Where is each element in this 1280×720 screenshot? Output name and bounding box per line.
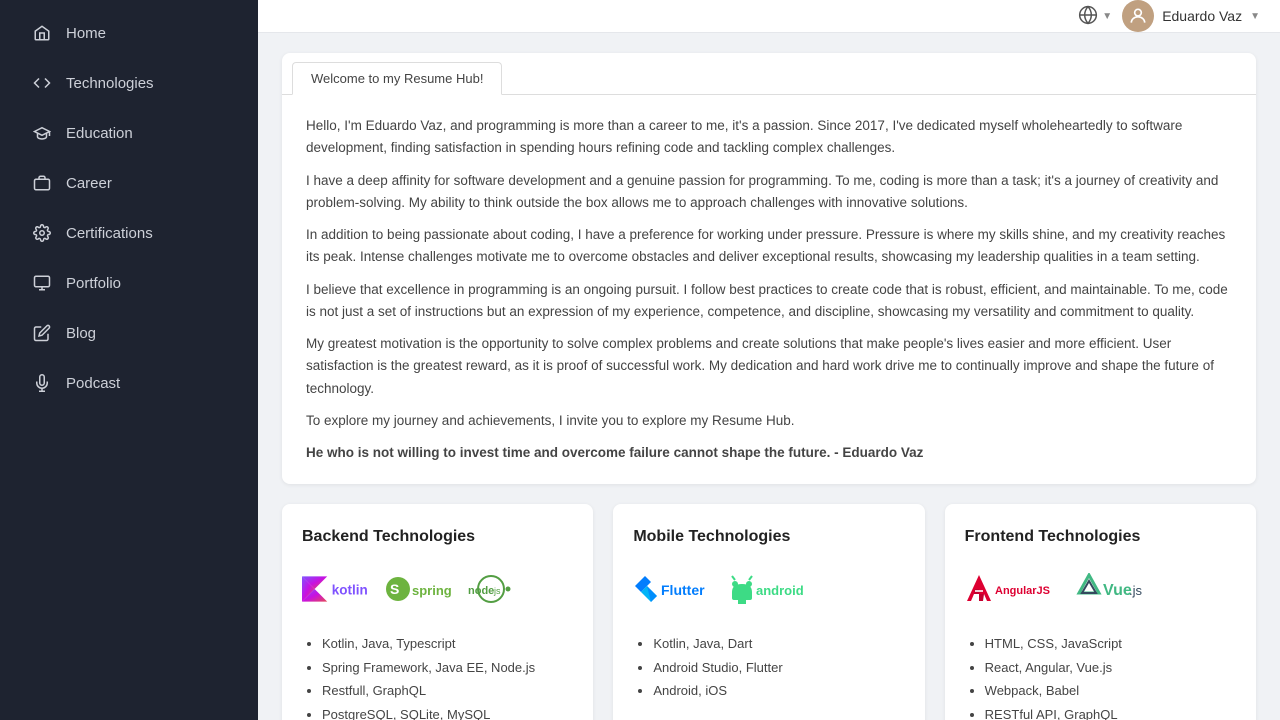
kotlin-logo: kotlin xyxy=(302,575,374,603)
angular-logo: AngularJS xyxy=(965,573,1065,605)
welcome-quote: He who is not willing to invest time and… xyxy=(306,442,1232,464)
svg-text:Flutter: Flutter xyxy=(661,582,705,598)
sidebar-item-portfolio-label: Portfolio xyxy=(66,275,121,292)
user-menu[interactable]: Eduardo Vaz ▼ xyxy=(1122,0,1260,32)
lang-chevron-icon: ▼ xyxy=(1102,11,1112,22)
avatar xyxy=(1122,0,1154,32)
mobile-list-item-1: Kotlin, Java, Dart xyxy=(653,632,904,655)
sidebar-item-podcast-label: Podcast xyxy=(66,375,120,392)
frontend-logos: AngularJS Vue .js xyxy=(965,564,1236,614)
backend-tech-card: Backend Technologies xyxy=(282,504,593,720)
sidebar-item-home[interactable]: Home xyxy=(8,9,250,57)
flutter-logo: Flutter xyxy=(633,574,718,604)
backend-logos: kotlin S spring node js xyxy=(302,564,573,614)
technologies-icon xyxy=(32,73,52,93)
backend-list-item-2: Spring Framework, Java EE, Node.js xyxy=(322,656,573,679)
frontend-title: Frontend Technologies xyxy=(965,528,1236,546)
tech-cards-row: Backend Technologies xyxy=(282,504,1256,720)
android-logo: android xyxy=(728,574,818,604)
svg-text:android: android xyxy=(756,583,804,598)
mobile-list: Kotlin, Java, Dart Android Studio, Flutt… xyxy=(633,632,904,702)
mobile-title: Mobile Technologies xyxy=(633,528,904,546)
blog-icon xyxy=(32,323,52,343)
sidebar-item-technologies[interactable]: Technologies xyxy=(8,59,250,107)
svg-text:AngularJS: AngularJS xyxy=(995,585,1050,597)
svg-text:S: S xyxy=(390,581,399,597)
nodejs-logo: node js xyxy=(464,575,519,603)
certifications-icon xyxy=(32,223,52,243)
home-icon xyxy=(32,23,52,43)
welcome-para-2: I have a deep affinity for software deve… xyxy=(306,170,1232,215)
frontend-list-item-3: Webpack, Babel xyxy=(985,679,1236,702)
spring-logo: S spring xyxy=(384,575,454,603)
sidebar-item-home-label: Home xyxy=(66,25,106,42)
career-icon xyxy=(32,173,52,193)
welcome-para-1: Hello, I'm Eduardo Vaz, and programming … xyxy=(306,115,1232,160)
sidebar-item-certifications[interactable]: Certifications xyxy=(8,209,250,257)
sidebar-item-portfolio[interactable]: Portfolio xyxy=(8,259,250,307)
main-content: ▼ Eduardo Vaz ▼ Welcome to my Resume Hub… xyxy=(258,0,1280,720)
language-selector[interactable]: ▼ xyxy=(1078,5,1112,28)
frontend-list-item-4: RESTful API, GraphQL xyxy=(985,703,1236,720)
podcast-icon xyxy=(32,373,52,393)
welcome-para-6: To explore my journey and achievements, … xyxy=(306,410,1232,432)
welcome-para-4: I believe that excellence in programming… xyxy=(306,279,1232,324)
mobile-list-item-2: Android Studio, Flutter xyxy=(653,656,904,679)
sidebar-item-education[interactable]: Education xyxy=(8,109,250,157)
svg-text:Vue: Vue xyxy=(1103,582,1132,599)
welcome-card: Welcome to my Resume Hub! Hello, I'm Edu… xyxy=(282,53,1256,484)
mobile-logos: Flutter android xyxy=(633,564,904,614)
page-content: Welcome to my Resume Hub! Hello, I'm Edu… xyxy=(258,33,1280,720)
user-chevron-icon: ▼ xyxy=(1250,11,1260,22)
backend-list-item-1: Kotlin, Java, Typescript xyxy=(322,632,573,655)
welcome-para-3: In addition to being passionate about co… xyxy=(306,224,1232,269)
mobile-tech-card: Mobile Technologies Flutter xyxy=(613,504,924,720)
mobile-list-item-3: Android, iOS xyxy=(653,679,904,702)
sidebar-item-career[interactable]: Career xyxy=(8,159,250,207)
backend-list-item-4: PostgreSQL, SQLite, MySQL xyxy=(322,703,573,720)
backend-list-item-3: Restfull, GraphQL xyxy=(322,679,573,702)
svg-text:kotlin: kotlin xyxy=(332,583,368,598)
sidebar-item-technologies-label: Technologies xyxy=(66,75,154,92)
svg-text:js: js xyxy=(493,586,501,596)
language-icon xyxy=(1078,5,1098,28)
sidebar-item-blog-label: Blog xyxy=(66,325,96,342)
frontend-tech-card: Frontend Technologies AngularJS Vue xyxy=(945,504,1256,720)
frontend-list: HTML, CSS, JavaScript React, Angular, Vu… xyxy=(965,632,1236,720)
sidebar-item-education-label: Education xyxy=(66,125,133,142)
vuejs-logo: Vue .js xyxy=(1075,573,1145,605)
svg-text:node: node xyxy=(468,585,494,597)
svg-text:spring: spring xyxy=(412,583,452,598)
welcome-tab-bar: Welcome to my Resume Hub! xyxy=(282,53,1256,95)
welcome-para-5: My greatest motivation is the opportunit… xyxy=(306,333,1232,400)
welcome-body: Hello, I'm Eduardo Vaz, and programming … xyxy=(282,95,1256,484)
backend-list: Kotlin, Java, Typescript Spring Framewor… xyxy=(302,632,573,720)
sidebar-item-blog[interactable]: Blog xyxy=(8,309,250,357)
svg-text:.js: .js xyxy=(1129,583,1143,598)
sidebar: Home Technologies Education Career Certi… xyxy=(0,0,258,720)
frontend-list-item-2: React, Angular, Vue.js xyxy=(985,656,1236,679)
education-icon xyxy=(32,123,52,143)
sidebar-item-podcast[interactable]: Podcast xyxy=(8,359,250,407)
user-name: Eduardo Vaz xyxy=(1162,8,1242,24)
frontend-list-item-1: HTML, CSS, JavaScript xyxy=(985,632,1236,655)
portfolio-icon xyxy=(32,273,52,293)
sidebar-item-career-label: Career xyxy=(66,175,112,192)
backend-title: Backend Technologies xyxy=(302,528,573,546)
sidebar-item-certifications-label: Certifications xyxy=(66,225,153,242)
topbar: ▼ Eduardo Vaz ▼ xyxy=(258,0,1280,33)
welcome-tab[interactable]: Welcome to my Resume Hub! xyxy=(292,62,502,95)
